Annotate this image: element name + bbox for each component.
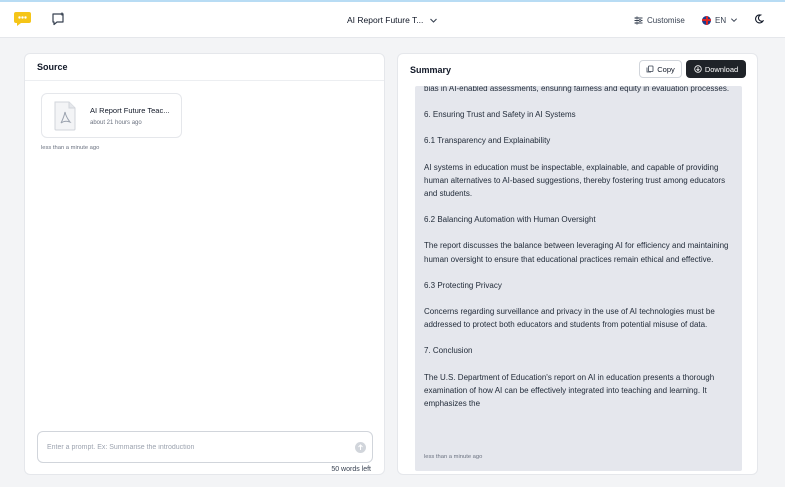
- download-label: Download: [704, 64, 739, 74]
- source-file-card[interactable]: AI Report Future Teac... about 21 hours …: [41, 93, 182, 138]
- summary-heading: 6.1 Transparency and Explainability: [424, 136, 551, 146]
- pdf-file-icon: [54, 101, 76, 131]
- summary-heading: 7. Conclusion: [424, 346, 473, 356]
- prompt-box: [37, 431, 373, 463]
- source-timestamp: less than a minute ago: [41, 145, 100, 151]
- send-button[interactable]: [355, 442, 366, 453]
- summary-paragraph: The U.S. Department of Education's repor…: [424, 372, 715, 409]
- document-title: AI Report Future T...: [347, 15, 424, 25]
- source-title: Source: [37, 62, 68, 72]
- summary-paragraph: The report discusses the balance between…: [424, 241, 729, 264]
- summary-text: bias in AI-enabled assessments, ensuring…: [424, 86, 732, 423]
- copy-label: Copy: [657, 64, 675, 74]
- moon-icon[interactable]: [754, 14, 764, 24]
- language-selector[interactable]: EN: [702, 13, 738, 27]
- top-bar: AI Report Future T... Customise EN: [0, 0, 785, 38]
- summary-heading: 6.3 Protecting Privacy: [424, 280, 502, 290]
- sliders-icon: [634, 16, 643, 24]
- logo-icon[interactable]: [13, 10, 32, 27]
- copy-button[interactable]: Copy: [639, 60, 682, 78]
- summary-title: Summary: [410, 65, 452, 75]
- summary-paragraph: Concerns regarding surveillance and priv…: [424, 307, 715, 330]
- summary-content[interactable]: bias in AI-enabled assessments, ensuring…: [415, 86, 742, 471]
- summary-paragraph: AI systems in education must be inspecta…: [424, 162, 726, 199]
- summary-heading: 6. Ensuring Trust and Safety in AI Syste…: [424, 110, 576, 120]
- source-panel: Source AI Report Future Teac... about 21…: [24, 53, 385, 475]
- document-selector[interactable]: AI Report Future T...: [347, 13, 438, 27]
- send-icon: [358, 444, 363, 450]
- customise-button[interactable]: Customise: [634, 13, 685, 27]
- summary-timestamp: less than a minute ago: [424, 454, 483, 460]
- customise-label: Customise: [647, 15, 685, 25]
- words-left-counter: 50 words left: [331, 466, 371, 473]
- prompt-input[interactable]: [47, 432, 347, 462]
- summary-heading: 6.2 Balancing Automation with Human Over…: [424, 215, 596, 225]
- uk-flag-icon: [702, 15, 711, 25]
- file-name: AI Report Future Teac...: [90, 106, 170, 115]
- file-timestamp: about 21 hours ago: [90, 120, 142, 126]
- copy-icon: [646, 65, 654, 73]
- summary-paragraph: bias in AI-enabled assessments, ensuring…: [424, 86, 730, 93]
- download-button[interactable]: Download: [686, 60, 746, 78]
- new-chat-icon[interactable]: [51, 12, 65, 26]
- chevron-down-icon: [430, 18, 438, 23]
- chevron-down-icon: [731, 18, 738, 23]
- divider: [25, 80, 384, 81]
- summary-panel: Summary Copy Download bias in AI-enabled…: [397, 53, 758, 475]
- language-label: EN: [715, 15, 727, 25]
- download-icon: [694, 65, 702, 73]
